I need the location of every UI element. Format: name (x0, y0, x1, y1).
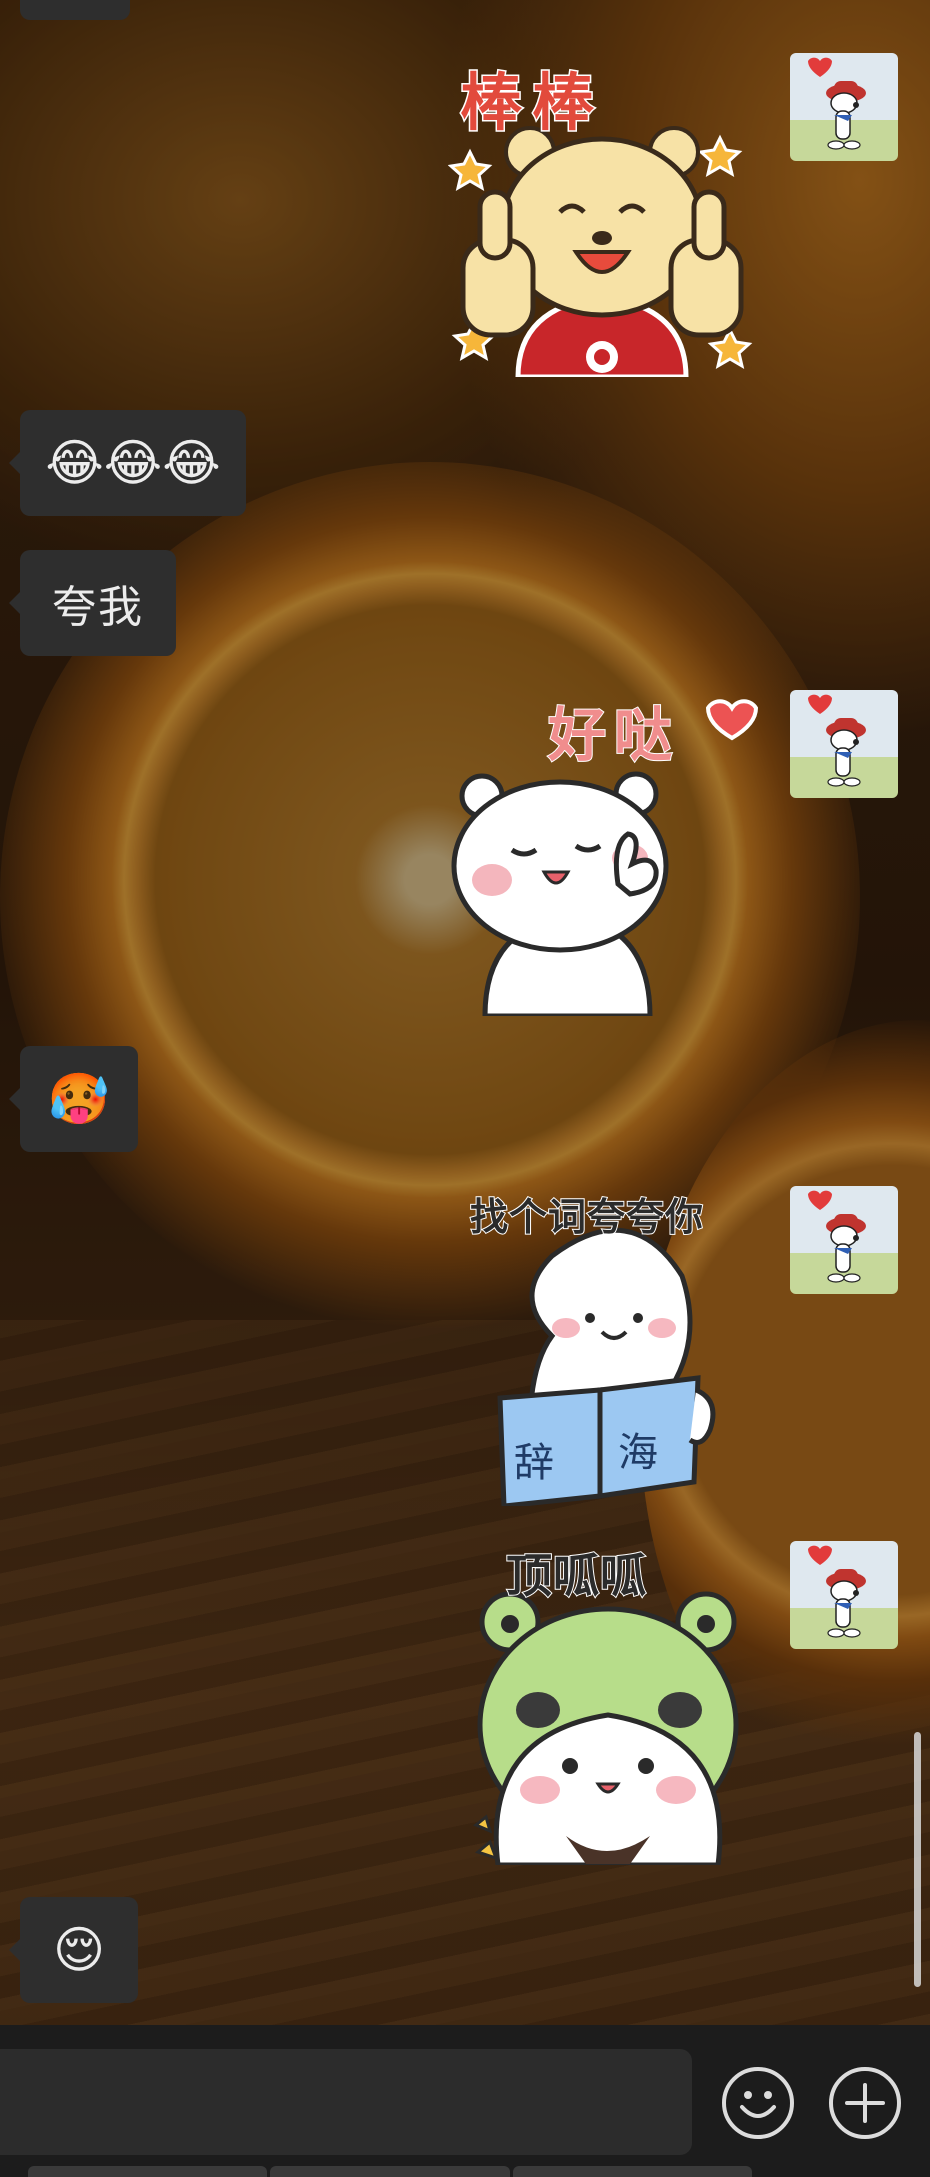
snoopy-avatar-icon (808, 1545, 866, 1638)
sticker-white-bear-ok[interactable]: 好哒 (440, 688, 770, 1016)
keyboard-tab-strip (28, 2166, 752, 2177)
message-bubble[interactable]: 🥵 (9, 1046, 138, 1152)
avatar[interactable] (790, 1186, 898, 1294)
more-button[interactable] (829, 2067, 901, 2139)
snoopy-avatar-icon (808, 57, 866, 150)
sticker-caption: 棒棒 (458, 65, 605, 141)
scrollbar[interactable] (914, 1732, 921, 1987)
book-char-left: 辞 (514, 1440, 554, 1486)
message-text: 夸我 (52, 582, 144, 633)
partial-message-bubble (20, 0, 130, 20)
sticker-caption: 找个词夸夸你 (469, 1194, 705, 1240)
message-bubble[interactable]: 😌 (9, 1897, 138, 2003)
sticker-bear-thumbs-up[interactable]: 棒棒 (448, 52, 758, 377)
message-bubble[interactable]: 😂😂😂 (9, 410, 246, 516)
avatar[interactable] (790, 690, 898, 798)
snoopy-avatar-icon (808, 694, 866, 787)
laughing-tears-emoji: 😂😂😂 (45, 434, 221, 492)
message-input[interactable] (0, 2049, 692, 2155)
message-bubble[interactable]: 夸我 (9, 550, 176, 656)
tab-strip-segment[interactable] (28, 2166, 268, 2177)
avatar[interactable] (790, 53, 898, 161)
relieved-face-emoji: 😌 (52, 1921, 106, 1979)
emoji-button[interactable] (722, 2067, 794, 2139)
sticker-caption: 顶呱呱 (505, 1548, 647, 1604)
message-list[interactable]: 棒棒 😂😂😂 夸我 好哒 🥵 找个词夸夸你 辞 海 顶呱呱 😌 (0, 0, 930, 2177)
smile-icon (740, 2091, 776, 2118)
sticker-caption: 好哒 (547, 700, 681, 770)
hot-face-emoji: 🥵 (47, 1070, 111, 1128)
plus-circle-icon (845, 2083, 885, 2123)
snoopy-avatar-icon (808, 1190, 866, 1283)
sticker-panda-frog-hat[interactable]: 顶呱呱 (458, 1540, 758, 1865)
tab-strip-segment[interactable] (270, 2166, 510, 2177)
sticker-ghost-reading[interactable]: 找个词夸夸你 辞 海 (469, 1186, 750, 1506)
book-char-right: 海 (618, 1430, 658, 1476)
tab-strip-segment[interactable] (512, 2166, 752, 2177)
avatar[interactable] (790, 1541, 898, 1649)
